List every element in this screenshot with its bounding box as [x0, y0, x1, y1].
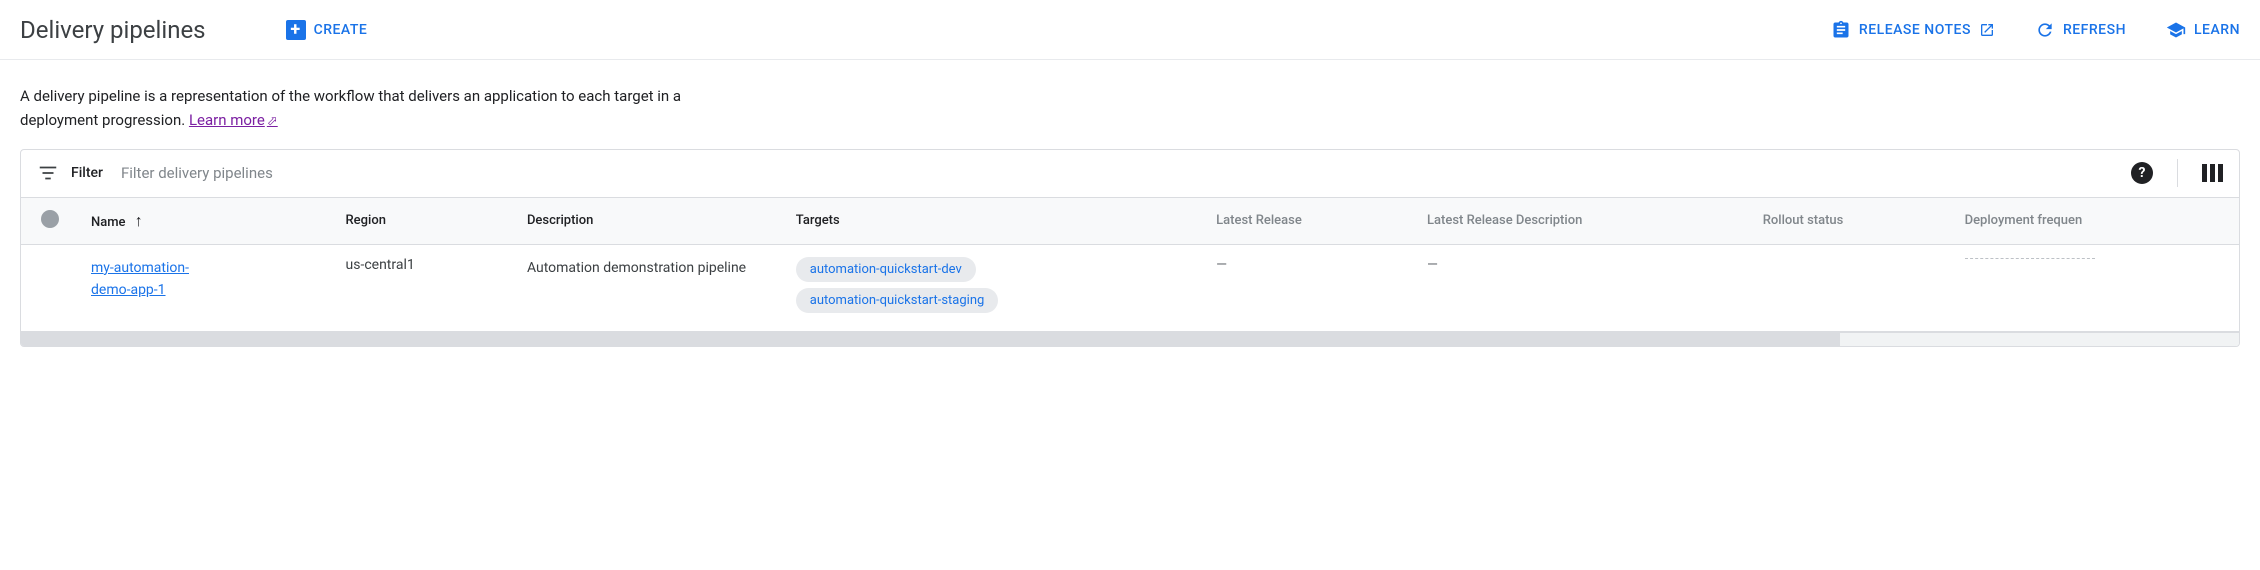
cell-rollout-status	[1747, 244, 1949, 331]
learn-label: LEARN	[2194, 22, 2240, 38]
latest-release-desc-value: —	[1427, 257, 1438, 273]
cell-region: us-central1	[330, 244, 511, 331]
target-chip[interactable]: automation-quickstart-staging	[796, 288, 999, 313]
col-targets[interactable]: Targets	[780, 198, 1200, 245]
page-title: Delivery pipelines	[20, 16, 206, 44]
help-icon[interactable]: ?	[2131, 162, 2153, 184]
notes-icon	[1831, 20, 1851, 40]
learn-icon	[2166, 20, 2186, 40]
refresh-label: REFRESH	[2063, 22, 2126, 38]
header-actions-right: RELEASE NOTES REFRESH LEARN	[1831, 20, 2240, 40]
latest-release-value: —	[1216, 257, 1227, 273]
col-latest-release-description[interactable]: Latest Release Description	[1411, 198, 1747, 245]
cell-latest-release-description: —	[1411, 244, 1747, 331]
pipeline-link[interactable]: my-automation-demo-app-1	[91, 257, 201, 302]
col-name[interactable]: Name ↑	[75, 198, 330, 245]
cell-description: Automation demonstration pipeline	[511, 244, 780, 331]
create-button[interactable]: CREATE	[286, 20, 368, 40]
col-rollout-status[interactable]: Rollout status	[1747, 198, 1949, 245]
learn-button[interactable]: LEARN	[2166, 20, 2240, 40]
cell-deployment-frequency	[1949, 244, 2239, 331]
filter-input[interactable]	[121, 164, 2131, 182]
plus-icon	[286, 20, 306, 40]
filter-icon	[37, 162, 59, 184]
col-status	[21, 198, 75, 245]
table-container: Filter ? Name ↑ Region Description Ta	[20, 149, 2240, 347]
cell-name: my-automation-demo-app-1	[75, 244, 330, 331]
sort-arrow-icon: ↑	[135, 211, 143, 230]
table-row[interactable]: my-automation-demo-app-1 us-central1 Aut…	[21, 244, 2239, 331]
filter-label: Filter	[71, 165, 103, 181]
horizontal-scrollbar[interactable]	[21, 332, 2239, 346]
status-dot-icon	[41, 210, 59, 228]
target-chip[interactable]: automation-quickstart-dev	[796, 257, 976, 282]
description-section: A delivery pipeline is a representation …	[0, 60, 750, 149]
refresh-button[interactable]: REFRESH	[2035, 20, 2126, 40]
columns-icon[interactable]	[2202, 164, 2223, 182]
filter-bar: Filter ?	[21, 150, 2239, 198]
table-header-row: Name ↑ Region Description Targets Latest…	[21, 198, 2239, 245]
scrollbar-thumb[interactable]	[21, 333, 1840, 346]
dotted-placeholder	[1965, 257, 2095, 259]
external-link-icon: ⬀	[267, 114, 278, 129]
release-notes-label: RELEASE NOTES	[1859, 22, 1971, 38]
refresh-icon	[2035, 20, 2055, 40]
col-latest-release[interactable]: Latest Release	[1200, 198, 1411, 245]
learn-more-link[interactable]: Learn more⬀	[189, 111, 278, 129]
header-actions-left: CREATE	[286, 20, 368, 40]
pipelines-table: Name ↑ Region Description Targets Latest…	[21, 198, 2239, 332]
filter-right: ?	[2131, 159, 2223, 187]
create-button-label: CREATE	[314, 22, 368, 38]
external-link-icon	[1979, 22, 1995, 38]
cell-targets: automation-quickstart-dev automation-qui…	[780, 244, 1200, 331]
col-description[interactable]: Description	[511, 198, 780, 245]
page-header: Delivery pipelines CREATE RELEASE NOTES …	[0, 0, 2260, 60]
col-deployment-frequency[interactable]: Deployment frequen	[1949, 198, 2239, 245]
cell-latest-release: —	[1200, 244, 1411, 331]
learn-more-label: Learn more	[189, 111, 265, 129]
col-name-label: Name	[91, 215, 126, 230]
divider	[2177, 159, 2178, 187]
cell-status	[21, 244, 75, 331]
col-region[interactable]: Region	[330, 198, 511, 245]
description-text: A delivery pipeline is a representation …	[20, 87, 681, 129]
release-notes-button[interactable]: RELEASE NOTES	[1831, 20, 1995, 40]
